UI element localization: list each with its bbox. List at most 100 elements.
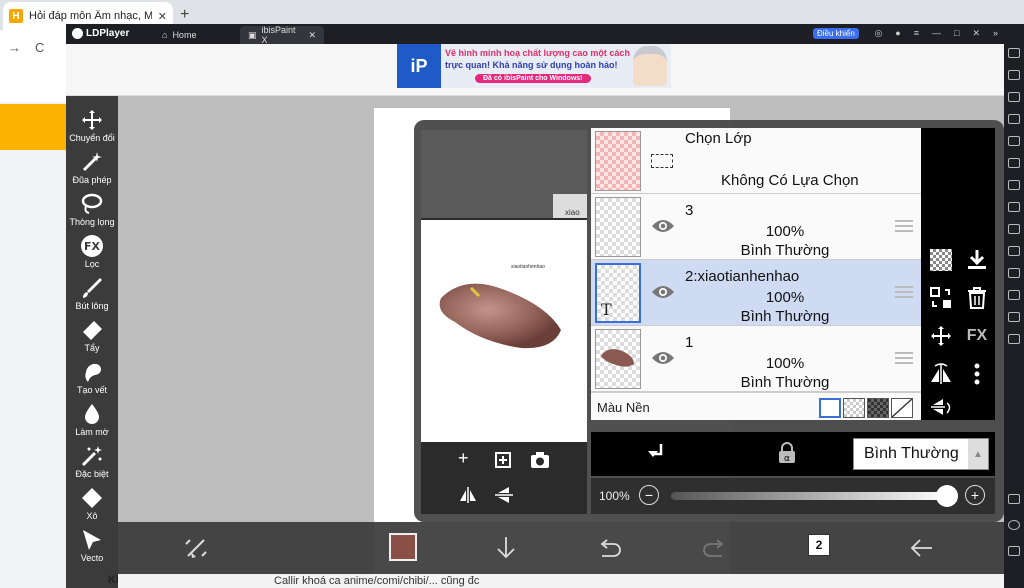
layer-row-selected[interactable]: T 2:xiaotianhenhao 100% Bình Thường bbox=[591, 260, 921, 326]
layer-name: 2:xiaotianhenhao bbox=[685, 268, 800, 285]
account-icon[interactable]: ● bbox=[895, 28, 900, 39]
tool-vector[interactable]: Vecto bbox=[66, 528, 118, 570]
background-transparent-swatch[interactable] bbox=[843, 398, 865, 418]
blend-mode-select[interactable]: Bình Thường ▲ bbox=[853, 438, 989, 470]
opacity-slider-knob[interactable] bbox=[936, 485, 958, 507]
eye-icon[interactable] bbox=[651, 218, 675, 234]
tool-label: Chuyển đổi bbox=[69, 133, 115, 143]
selection-rect-icon bbox=[651, 154, 673, 168]
sidebar-apk-icon[interactable] bbox=[1008, 202, 1020, 212]
minus-icon[interactable]: − bbox=[639, 485, 659, 505]
menu-icon[interactable]: ≡ bbox=[914, 28, 919, 39]
sidebar-sync-icon[interactable] bbox=[1008, 158, 1020, 168]
sidebar-fullscreen-icon[interactable] bbox=[1008, 136, 1020, 146]
more-options-icon[interactable] bbox=[963, 360, 991, 388]
tool-eraser[interactable]: Tẩy bbox=[66, 318, 118, 360]
drag-handle-icon[interactable] bbox=[895, 286, 913, 298]
layer-thumbnail bbox=[595, 197, 641, 257]
tool-transform[interactable]: Chuyển đổi bbox=[66, 108, 118, 150]
tool-brush[interactable]: Bút lông bbox=[66, 276, 118, 318]
layer-tool-column: FX bbox=[921, 128, 995, 420]
tool-smudge[interactable]: Tạo vết bbox=[66, 360, 118, 402]
swap-layers-icon[interactable] bbox=[927, 284, 955, 312]
tool-blur[interactable]: Làm mờ bbox=[66, 402, 118, 444]
layer-row[interactable]: 1 100% Bình Thường bbox=[591, 326, 921, 392]
background-white-swatch[interactable] bbox=[819, 398, 841, 418]
sidebar-keyboard-icon[interactable] bbox=[1008, 70, 1020, 80]
opacity-value: 100% bbox=[599, 489, 630, 503]
plus-icon[interactable]: + bbox=[965, 485, 985, 505]
flip-horizontal-icon[interactable] bbox=[458, 486, 478, 504]
ad-banner[interactable]: iP Vẽ hình minh hoạ chất lượng cao một c… bbox=[397, 44, 671, 88]
trash-icon[interactable] bbox=[963, 284, 991, 312]
close-icon[interactable]: ✕ bbox=[158, 10, 167, 23]
tool-lasso[interactable]: Thòng lọng bbox=[66, 192, 118, 234]
eye-icon[interactable] bbox=[651, 350, 675, 366]
reload-icon[interactable]: C bbox=[35, 40, 44, 55]
merge-down-icon[interactable] bbox=[963, 246, 991, 274]
tool-special[interactable]: Đặc biệt bbox=[66, 444, 118, 486]
checker-icon[interactable] bbox=[927, 246, 955, 274]
gamepad-icon[interactable]: ◎ bbox=[874, 28, 882, 39]
flip-vertical-icon[interactable] bbox=[494, 486, 514, 504]
drag-handle-icon[interactable] bbox=[895, 352, 913, 364]
android-recents-icon[interactable] bbox=[1008, 546, 1020, 556]
tool-filter[interactable]: FX Lọc bbox=[66, 234, 118, 276]
ld-tab-ibispaint[interactable]: ▣ ibisPaint X ✕ bbox=[240, 25, 324, 45]
sidebar-settings-icon[interactable] bbox=[1008, 48, 1020, 58]
layer-fx-icon[interactable]: FX bbox=[963, 322, 991, 350]
brush-settings-icon[interactable] bbox=[182, 534, 210, 562]
flip-layer-icon[interactable] bbox=[927, 360, 955, 388]
forward-icon[interactable]: → bbox=[8, 40, 21, 55]
background-dark-swatch[interactable] bbox=[867, 398, 889, 418]
new-tab-icon[interactable]: + bbox=[180, 6, 189, 24]
redo-icon[interactable] bbox=[700, 534, 728, 562]
layer-count-button[interactable]: 2 bbox=[808, 534, 830, 556]
layer-blend-mode: Bình Thường bbox=[740, 374, 830, 391]
expand-icon[interactable]: » bbox=[993, 28, 998, 39]
camera-icon[interactable] bbox=[530, 451, 550, 469]
drag-handle-icon[interactable] bbox=[895, 220, 913, 232]
sidebar-location-icon[interactable] bbox=[1008, 312, 1020, 322]
alpha-lock-icon[interactable]: α bbox=[777, 442, 797, 464]
blur-icon bbox=[85, 404, 99, 424]
rotate-layer-icon[interactable] bbox=[927, 394, 955, 422]
sidebar-record-icon[interactable] bbox=[1008, 180, 1020, 190]
tool-magic-wand[interactable]: Đũa phép bbox=[66, 150, 118, 192]
sidebar-shared-folder-icon[interactable] bbox=[1008, 268, 1020, 278]
move-icon[interactable] bbox=[927, 322, 955, 350]
sidebar-video-icon[interactable] bbox=[1008, 246, 1020, 256]
selection-layer-row[interactable]: Chọn Lớp Không Có Lựa Chọn bbox=[591, 128, 921, 194]
bottom-toolbar: 2 bbox=[118, 522, 1004, 574]
layer-row[interactable]: 3 100% Bình Thường bbox=[591, 194, 921, 260]
tool-bucket[interactable]: Xô bbox=[66, 486, 118, 528]
ld-tab-home[interactable]: ⌂ Home bbox=[154, 26, 204, 44]
android-back-icon[interactable] bbox=[1008, 494, 1020, 504]
download-arrow-icon[interactable] bbox=[492, 534, 520, 562]
android-home-icon[interactable] bbox=[1008, 520, 1020, 530]
back-arrow-icon[interactable] bbox=[908, 534, 936, 562]
current-color-swatch[interactable] bbox=[389, 533, 417, 561]
clipping-icon[interactable] bbox=[647, 442, 667, 464]
background-none-swatch[interactable] bbox=[891, 398, 913, 418]
sidebar-volume-down-icon[interactable] bbox=[1008, 114, 1020, 124]
layer-list: Chọn Lớp Không Có Lựa Chọn 3 100% Bình T… bbox=[591, 128, 921, 420]
sidebar-volume-up-icon[interactable] bbox=[1008, 92, 1020, 102]
sidebar-scissors-icon[interactable] bbox=[1008, 224, 1020, 234]
minimize-icon[interactable]: — bbox=[932, 28, 941, 39]
layer-opacity: 100% bbox=[765, 289, 805, 306]
move-icon bbox=[82, 110, 102, 130]
close-icon[interactable]: ✕ bbox=[972, 28, 980, 39]
sidebar-rotate-icon[interactable] bbox=[1008, 334, 1020, 344]
opacity-slider[interactable] bbox=[671, 492, 947, 500]
add-layer-icon[interactable]: + bbox=[458, 448, 469, 469]
ld-control-button[interactable]: Điều khiển bbox=[813, 28, 859, 39]
undo-icon[interactable] bbox=[596, 534, 624, 562]
svg-text:α: α bbox=[784, 454, 790, 464]
maximize-icon[interactable]: □ bbox=[954, 28, 959, 39]
sidebar-shake-icon[interactable] bbox=[1008, 290, 1020, 300]
tool-label: Xô bbox=[86, 511, 98, 521]
eye-icon[interactable] bbox=[651, 284, 675, 300]
close-icon[interactable]: ✕ bbox=[308, 30, 316, 41]
add-layer-copy-icon[interactable] bbox=[494, 451, 512, 469]
